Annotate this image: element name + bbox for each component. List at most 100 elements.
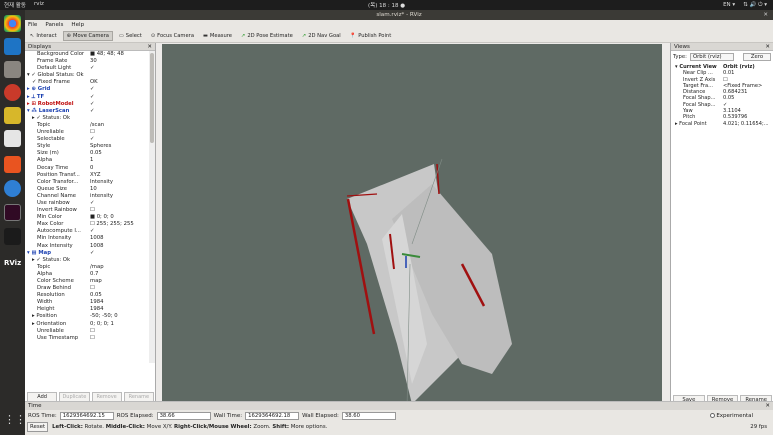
view-property-value[interactable]: 4.021; 0.11654;... xyxy=(723,121,769,127)
display-row[interactable]: Height 1984 xyxy=(25,306,150,313)
display-row[interactable]: ▾ ⁂ LaserScan ✓ xyxy=(25,108,150,115)
display-row[interactable]: Background Color ■ 48; 48; 48 xyxy=(25,51,150,58)
views-tree[interactable]: ▾ Current View Orbit (rviz) Near Clip ... 0… xyxy=(671,62,773,127)
property-value[interactable]: -50; -50; 0 xyxy=(90,313,118,320)
display-row[interactable]: Color Transfor... Intensity xyxy=(25,179,150,186)
menu-help[interactable]: Help xyxy=(71,22,84,28)
tool-2d-nav-goal[interactable]: ↗ 2D Nav Goal xyxy=(299,31,344,41)
close-icon[interactable]: ✕ xyxy=(763,10,768,20)
property-value[interactable]: ☐ xyxy=(90,129,95,136)
clock[interactable]: (목) 18 : 18 ● xyxy=(0,1,773,9)
property-value[interactable]: 1984 xyxy=(90,299,103,306)
display-row[interactable]: Width 1984 xyxy=(25,299,150,306)
display-row[interactable]: Frame Rate 30 xyxy=(25,58,150,65)
zero-button[interactable]: Zero xyxy=(743,52,771,61)
property-value[interactable]: 0; 0; 0; 1 xyxy=(90,321,114,328)
property-value[interactable]: ✓ xyxy=(90,200,94,207)
experimental-radio[interactable] xyxy=(709,413,715,418)
property-value[interactable]: /scan xyxy=(90,122,104,129)
apps-grid-icon[interactable] xyxy=(4,228,21,245)
display-row[interactable]: Max Color ☐ 255; 255; 255 xyxy=(25,221,150,228)
display-row[interactable]: Queue Size 10 xyxy=(25,186,150,193)
activities-button[interactable]: 현재 활동 xyxy=(4,1,26,9)
tool-select[interactable]: ▭ Select xyxy=(116,31,145,41)
ros-elapsed-field[interactable]: 38.66 xyxy=(156,412,211,420)
tool-focus-camera[interactable]: ⊙ Focus Camera xyxy=(148,31,197,41)
display-row[interactable]: ▾ ▦ Map ✓ xyxy=(25,250,150,257)
property-value[interactable]: ☐ xyxy=(90,328,95,335)
property-value[interactable]: 1008 xyxy=(90,235,103,242)
display-row[interactable]: Min Color ■ 0; 0; 0 xyxy=(25,214,150,221)
tool-publish-point[interactable]: 📍 Publish Point xyxy=(347,31,395,41)
display-row[interactable]: Decay Time 0 xyxy=(25,165,150,172)
property-value[interactable]: ✓ xyxy=(90,86,94,93)
settings-icon[interactable] xyxy=(4,84,21,101)
property-value[interactable]: map xyxy=(90,278,102,285)
display-row[interactable]: ▸ ✓ Status: Ok xyxy=(25,257,150,264)
property-value[interactable]: 30 xyxy=(90,58,97,65)
displays-scrollbar[interactable] xyxy=(149,51,155,363)
display-row[interactable]: Color Scheme map xyxy=(25,278,150,285)
display-row[interactable]: Max Intensity 1008 xyxy=(25,243,150,250)
display-row[interactable]: Draw Behind ☐ xyxy=(25,285,150,292)
menu-file[interactable]: File xyxy=(28,22,37,28)
displays-tree[interactable]: Background Color ■ 48; 48; 48 Frame Rate 30… xyxy=(25,51,150,363)
property-value[interactable]: ■ 48; 48; 48 xyxy=(90,51,124,58)
show-apps-icon[interactable]: ⋮⋮ xyxy=(4,413,26,430)
display-row[interactable]: Alpha 1 xyxy=(25,157,150,164)
panel-close-icon[interactable]: ✕ xyxy=(147,44,152,50)
wall-elapsed-field[interactable]: 38.60 xyxy=(341,412,396,420)
property-value[interactable]: Spheres xyxy=(90,143,111,150)
property-value[interactable]: ✓ xyxy=(90,250,94,257)
rhythmbox-icon[interactable] xyxy=(4,107,21,124)
reset-button[interactable]: Reset xyxy=(27,422,49,432)
display-row[interactable]: ▸ ⊞ RobotModel ✓ xyxy=(25,101,150,108)
property-value[interactable]: OK xyxy=(90,79,98,86)
property-value[interactable]: 0.7 xyxy=(90,271,98,278)
property-value[interactable]: ✓ xyxy=(90,228,94,235)
display-row[interactable]: Size (m) 0.05 xyxy=(25,150,150,157)
property-value[interactable]: /map xyxy=(90,264,104,271)
app-menu[interactable]: rviz xyxy=(34,1,44,9)
property-value[interactable]: ✓ xyxy=(90,65,94,72)
property-value[interactable]: 1984 xyxy=(90,306,103,313)
display-row[interactable]: Alpha 0.7 xyxy=(25,271,150,278)
property-value[interactable]: ■ 0; 0; 0 xyxy=(90,214,114,221)
display-row[interactable]: Resolution 0.05 xyxy=(25,292,150,299)
property-value[interactable]: intensity xyxy=(90,193,113,200)
display-row[interactable]: ✓ Fixed Frame OK xyxy=(25,79,150,86)
property-value[interactable]: 10 xyxy=(90,186,97,193)
tool-2d-pose-estimate[interactable]: ↗ 2D Pose Estimate xyxy=(238,31,296,41)
display-row[interactable]: ▾ ✓ Global Status: Ok xyxy=(25,72,150,79)
display-row[interactable]: Default Light ✓ xyxy=(25,65,150,72)
rviz-icon[interactable]: RViz xyxy=(4,255,21,272)
display-row[interactable]: Channel Name intensity xyxy=(25,193,150,200)
property-value[interactable]: ☐ xyxy=(90,335,95,342)
property-value[interactable]: ☐ xyxy=(90,207,95,214)
property-value[interactable]: 0.05 xyxy=(90,150,102,157)
terminal-icon[interactable] xyxy=(4,204,21,221)
view-row[interactable]: ▸ Focal Point 4.021; 0.11654;... xyxy=(671,121,773,127)
display-row[interactable]: ▸ ⟂ TF ✓ xyxy=(25,94,150,101)
vscode-icon[interactable] xyxy=(4,38,21,55)
software-icon[interactable] xyxy=(4,156,21,173)
wall-time-field[interactable]: 1629364692.18 xyxy=(245,412,300,420)
display-row[interactable]: Use Timestamp ☐ xyxy=(25,335,150,342)
property-value[interactable]: ☐ xyxy=(90,285,95,292)
property-value[interactable]: ✓ xyxy=(90,94,94,101)
display-row[interactable]: ▸ ⊕ Grid ✓ xyxy=(25,86,150,93)
tool-move-camera[interactable]: ⊕ Move Camera xyxy=(62,30,113,41)
display-row[interactable]: ▸ Position -50; -50; 0 xyxy=(25,313,150,320)
property-value[interactable]: 0 xyxy=(90,165,93,172)
display-row[interactable]: Unreliable ☐ xyxy=(25,328,150,335)
display-row[interactable]: Topic/scan xyxy=(25,122,150,129)
property-value[interactable]: 1 xyxy=(90,157,93,164)
system-tray[interactable]: ⇅ 🔊 ⏻ ▾ xyxy=(743,2,767,9)
window-titlebar[interactable]: slam.rviz* - RViz ✕ xyxy=(25,10,773,20)
panel-close-icon[interactable]: ✕ xyxy=(765,403,770,409)
display-row[interactable]: Use rainbow ✓ xyxy=(25,200,150,207)
property-value[interactable]: 0.05 xyxy=(90,292,102,299)
experimental-toggle[interactable]: Experimental xyxy=(709,413,753,419)
files-icon[interactable] xyxy=(4,61,21,78)
3d-viewport[interactable] xyxy=(162,44,662,407)
